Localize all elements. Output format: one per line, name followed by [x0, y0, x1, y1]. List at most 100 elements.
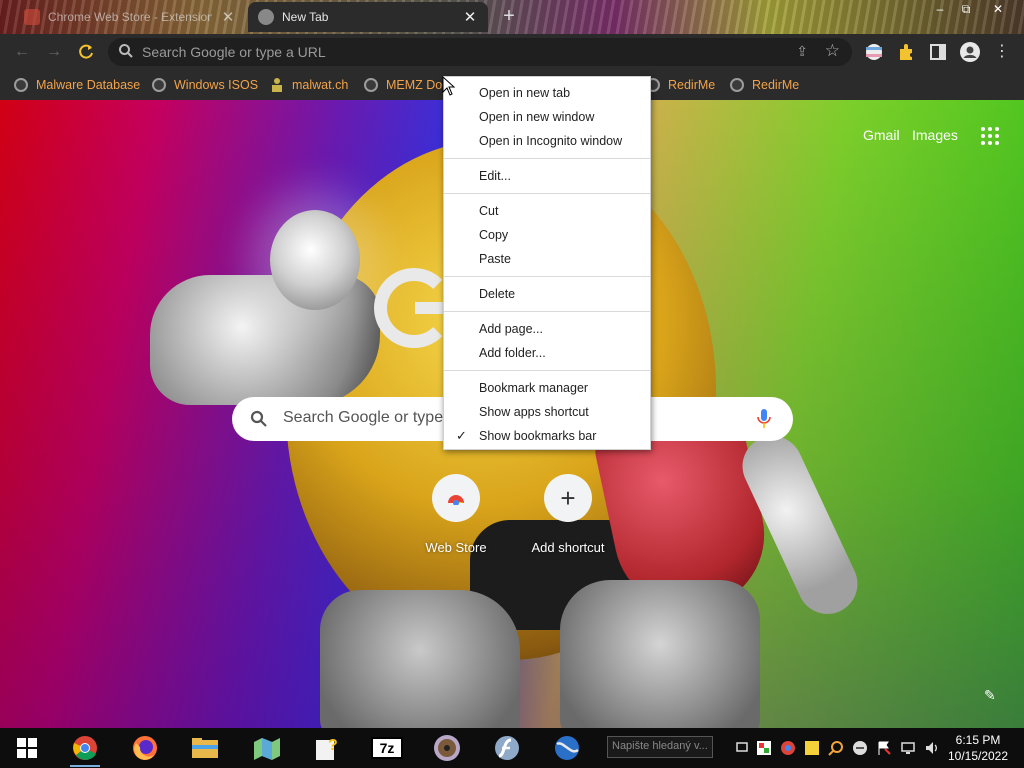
earth-icon [555, 736, 579, 760]
svg-text:?: ? [328, 737, 338, 754]
taskbar-maps[interactable] [248, 732, 286, 764]
menu-item-label: Copy [479, 228, 509, 242]
bookmark-label: RedirMe [668, 78, 716, 92]
search-icon [119, 44, 133, 58]
person-icon [272, 78, 282, 92]
menu-delete[interactable]: Delete [444, 282, 650, 306]
taskbar-dvd[interactable] [428, 732, 466, 764]
tab-title: New Tab [282, 10, 329, 24]
close-window-button[interactable]: ✕ [984, 0, 1012, 18]
taskbar-7zip[interactable]: 7z [368, 732, 406, 764]
forward-button[interactable]: → [42, 40, 66, 64]
close-tab-icon[interactable]: ✕ [220, 8, 236, 26]
menu-separator [444, 158, 650, 159]
tray-square-icon[interactable] [735, 740, 751, 756]
minimize-button[interactable]: – [926, 0, 954, 18]
menu-cut[interactable]: Cut [444, 199, 650, 223]
tray-paint-icon[interactable] [756, 740, 772, 756]
reload-button[interactable] [74, 40, 98, 64]
bookmark-star-icon[interactable]: ☆ [825, 41, 840, 61]
customize-pencil-icon[interactable]: ✎ [984, 687, 996, 704]
tab-new-tab[interactable]: New Tab ✕ [248, 2, 488, 32]
shortcut-web-store[interactable]: Web Store [400, 474, 512, 564]
bookmark-redirme-2[interactable]: RedirMe [730, 76, 799, 94]
address-bar-placeholder: Search Google or type a URL [142, 44, 326, 60]
taskbar-help[interactable]: ? [308, 732, 346, 764]
extensions-puzzle-icon[interactable] [896, 42, 916, 62]
maps-icon [254, 738, 280, 760]
tray-volume-icon[interactable] [924, 740, 940, 756]
bookmark-malwat-ch[interactable]: malwat.ch [270, 76, 348, 94]
globe-icon [152, 78, 166, 92]
tray-network-icon[interactable] [900, 740, 916, 756]
shortcut-add[interactable]: + Add shortcut [512, 474, 624, 564]
back-button[interactable]: ← [10, 40, 34, 64]
7zip-icon: 7z [371, 737, 403, 759]
menu-open-new-tab[interactable]: Open in new tab [444, 81, 650, 105]
images-link[interactable]: Images [912, 127, 958, 143]
web-store-icon [448, 495, 464, 505]
taskbar-file-explorer[interactable] [186, 732, 224, 764]
menu-separator [444, 311, 650, 312]
tab-chrome-web-store[interactable]: Chrome Web Store - Extensions ✕ [14, 2, 246, 32]
bookmark-redirme-1[interactable]: RedirMe [646, 76, 715, 94]
menu-add-folder[interactable]: Add folder... [444, 341, 650, 365]
menu-open-new-window[interactable]: Open in new window [444, 105, 650, 129]
more-menu-icon[interactable]: ⋮ [990, 40, 1014, 64]
taskbar-earth[interactable] [548, 732, 586, 764]
menu-item-label: Add folder... [479, 346, 546, 360]
system-clock[interactable]: 6:15 PM 10/15/2022 [942, 732, 1014, 764]
search-icon [250, 410, 267, 427]
flash-icon [495, 736, 519, 760]
share-icon[interactable]: ⇪ [796, 43, 808, 60]
menu-item-label: Cut [479, 204, 499, 218]
tray-search-icon[interactable] [828, 740, 844, 756]
taskbar-chrome[interactable] [66, 732, 104, 767]
menu-edit[interactable]: Edit... [444, 164, 650, 188]
menu-item-label: Show apps shortcut [479, 405, 589, 419]
google-apps-icon[interactable] [981, 127, 999, 145]
chrome-icon [258, 9, 274, 25]
menu-add-page[interactable]: Add page... [444, 317, 650, 341]
start-button[interactable] [8, 732, 46, 764]
bookmark-context-menu: Open in new tab Open in new window Open … [443, 76, 651, 450]
menu-item-label: Edit... [479, 169, 511, 183]
menu-copy[interactable]: Copy [444, 223, 650, 247]
plus-icon: + [560, 483, 576, 513]
taskbar-firefox[interactable] [126, 732, 164, 764]
menu-item-label: Show bookmarks bar [479, 429, 597, 443]
tray-notes-icon[interactable] [804, 740, 820, 756]
bookmark-malware-database[interactable]: Malware Database [14, 76, 140, 94]
ntp-search-placeholder: Search Google or type [283, 409, 444, 426]
taskbar-flash[interactable] [488, 732, 526, 764]
profile-flag-icon[interactable] [864, 42, 884, 62]
close-tab-icon[interactable]: ✕ [462, 8, 478, 26]
profile-avatar-icon[interactable] [960, 42, 980, 62]
bookmark-memz[interactable]: MEMZ Do [364, 76, 442, 94]
menu-bookmark-manager[interactable]: Bookmark manager [444, 376, 650, 400]
tray-flag-icon[interactable] [876, 740, 892, 756]
menu-show-bookmarks-bar[interactable]: ✓ Show bookmarks bar [444, 424, 650, 448]
microphone-icon[interactable] [757, 408, 771, 430]
clock-date: 10/15/2022 [947, 749, 1009, 763]
reload-icon [79, 44, 93, 59]
menu-item-label: Open in new window [479, 110, 595, 124]
menu-open-incognito[interactable]: Open in Incognito window [444, 129, 650, 153]
new-tab-button[interactable]: + [498, 5, 520, 27]
mouse-pointer-icon [442, 76, 456, 96]
taskbar-search-input[interactable]: Napište hledaný v... [607, 736, 713, 758]
tray-minus-icon[interactable] [852, 740, 868, 756]
side-panel-icon[interactable] [928, 42, 948, 62]
bookmark-windows-isos[interactable]: Windows ISOS [152, 76, 258, 94]
tray-chrome-icon[interactable] [780, 740, 796, 756]
bookmark-label: Windows ISOS [174, 78, 259, 92]
restore-button[interactable]: ⧉ [952, 0, 980, 18]
menu-paste[interactable]: Paste [444, 247, 650, 271]
bookmark-label: Malware Database [36, 78, 141, 92]
gmail-link[interactable]: Gmail [863, 127, 900, 143]
globe-icon [730, 78, 744, 92]
checkmark-icon: ✓ [456, 428, 467, 443]
menu-show-apps-shortcut[interactable]: Show apps shortcut [444, 400, 650, 424]
address-bar[interactable]: Search Google or type a URL ⇪ ☆ [108, 38, 852, 66]
help-icon: ? [316, 737, 338, 760]
